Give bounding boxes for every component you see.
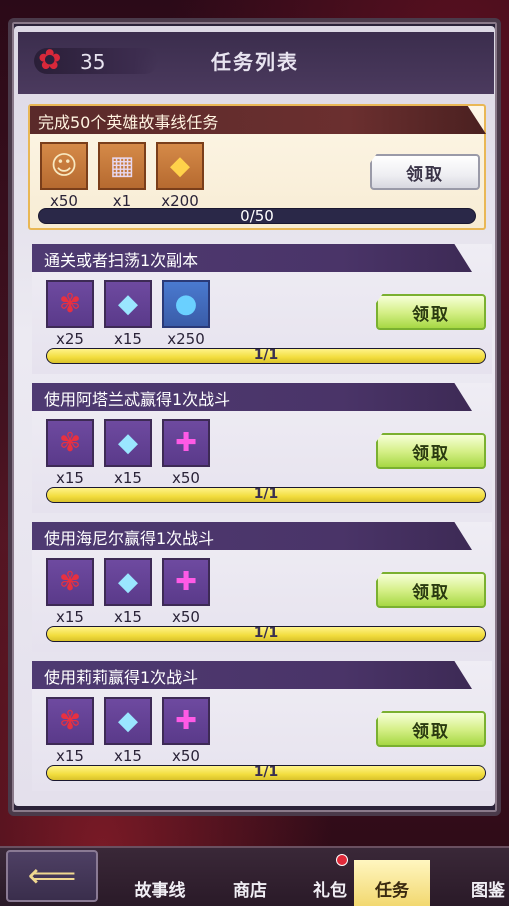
reward-qty: x50 bbox=[172, 469, 200, 487]
task-card: 使用海尼尔赢得1次战斗 ✾ ◆ ✚ x15 x15 x50 1/1 领取 bbox=[32, 522, 492, 652]
tab-storyline[interactable]: 故事线 bbox=[122, 876, 198, 906]
back-button[interactable]: ⟸ bbox=[6, 850, 98, 902]
task-header: 使用海尼尔赢得1次战斗 bbox=[32, 522, 472, 550]
red-flower-icon[interactable]: ✾ bbox=[46, 280, 94, 328]
book-icon[interactable]: ▦ bbox=[98, 142, 146, 190]
reward-qty: x250 bbox=[167, 330, 205, 348]
progress-text: 1/1 bbox=[253, 348, 279, 363]
reward-qty: x50 bbox=[172, 747, 200, 765]
gold-crystal-icon[interactable]: ◆ bbox=[156, 142, 204, 190]
currency-display: ✿ 35 bbox=[34, 44, 158, 76]
tab-tasks[interactable]: 任务 bbox=[354, 860, 430, 906]
blue-crystal-icon[interactable]: ◆ bbox=[104, 280, 152, 328]
progress-text: 0/50 bbox=[240, 208, 274, 224]
blue-crystal-icon[interactable]: ◆ bbox=[104, 558, 152, 606]
reward-qty: x15 bbox=[56, 747, 84, 765]
featured-task-card: 完成50个英雄故事线任务 ☺ ▦ ◆ x50 x1 x200 0/50 领取 bbox=[28, 104, 486, 230]
red-flower-icon[interactable]: ✾ bbox=[46, 558, 94, 606]
tab-collection[interactable]: 图鉴 bbox=[450, 876, 509, 906]
claim-button[interactable]: 领取 bbox=[376, 433, 486, 469]
task-progress-bar: 0/50 bbox=[38, 208, 476, 224]
claim-button[interactable]: 领取 bbox=[376, 294, 486, 330]
blue-crystal-icon[interactable]: ◆ bbox=[104, 419, 152, 467]
task-header: 通关或者扫荡1次副本 bbox=[32, 244, 472, 272]
blue-potion-icon[interactable]: ● bbox=[162, 280, 210, 328]
progress-text: 1/1 bbox=[253, 487, 279, 502]
reward-qty: x15 bbox=[114, 608, 142, 626]
task-title: 使用海尼尔赢得1次战斗 bbox=[44, 529, 215, 548]
task-card: 使用莉莉赢得1次战斗 ✾ ◆ ✚ x15 x15 x50 1/1 领取 bbox=[32, 661, 492, 791]
task-card: 通关或者扫荡1次副本 ✾ ◆ ● x25 x15 x250 1/1 领取 bbox=[32, 244, 492, 374]
claim-button[interactable]: 领取 bbox=[376, 711, 486, 747]
reward-qty: x15 bbox=[114, 330, 142, 348]
puzzle-piece-icon[interactable]: ✚ bbox=[162, 419, 210, 467]
task-title: 使用莉莉赢得1次战斗 bbox=[44, 668, 199, 687]
notification-dot bbox=[336, 854, 348, 866]
task-progress-bar: 1/1 bbox=[46, 626, 486, 642]
task-title: 完成50个英雄故事线任务 bbox=[38, 113, 219, 132]
task-title: 通关或者扫荡1次副本 bbox=[44, 251, 199, 270]
reward-qty: x15 bbox=[56, 608, 84, 626]
task-header: 完成50个英雄故事线任务 bbox=[30, 106, 486, 134]
progress-text: 1/1 bbox=[253, 626, 279, 641]
claim-button[interactable]: 领取 bbox=[370, 154, 480, 190]
claim-button[interactable]: 领取 bbox=[376, 572, 486, 608]
tab-shop[interactable]: 商店 bbox=[212, 876, 288, 906]
task-card: 使用阿塔兰忒赢得1次战斗 ✾ ◆ ✚ x15 x15 x50 1/1 领取 bbox=[32, 383, 492, 513]
reward-qty: x15 bbox=[56, 469, 84, 487]
progress-text: 1/1 bbox=[253, 765, 279, 780]
red-spider-lily-icon: ✿ bbox=[38, 43, 62, 76]
task-progress-bar: 1/1 bbox=[46, 765, 486, 781]
task-header: 使用莉莉赢得1次战斗 bbox=[32, 661, 472, 689]
task-progress-bar: 1/1 bbox=[46, 348, 486, 364]
task-progress-bar: 1/1 bbox=[46, 487, 486, 503]
puzzle-piece-icon[interactable]: ✚ bbox=[162, 558, 210, 606]
reward-qty: x15 bbox=[114, 747, 142, 765]
task-title: 使用阿塔兰忒赢得1次战斗 bbox=[44, 390, 231, 409]
reward-qty: x15 bbox=[114, 469, 142, 487]
back-arrow-icon: ⟸ bbox=[27, 856, 77, 896]
currency-count: 35 bbox=[80, 50, 106, 74]
blue-crystal-icon[interactable]: ◆ bbox=[104, 697, 152, 745]
hero-portrait-icon[interactable]: ☺ bbox=[40, 142, 88, 190]
puzzle-piece-icon[interactable]: ✚ bbox=[162, 697, 210, 745]
reward-qty: x50 bbox=[172, 608, 200, 626]
red-flower-icon[interactable]: ✾ bbox=[46, 419, 94, 467]
reward-qty: x25 bbox=[56, 330, 84, 348]
red-flower-icon[interactable]: ✾ bbox=[46, 697, 94, 745]
task-header: 使用阿塔兰忒赢得1次战斗 bbox=[32, 383, 472, 411]
page-title: 任务列表 bbox=[211, 50, 299, 74]
